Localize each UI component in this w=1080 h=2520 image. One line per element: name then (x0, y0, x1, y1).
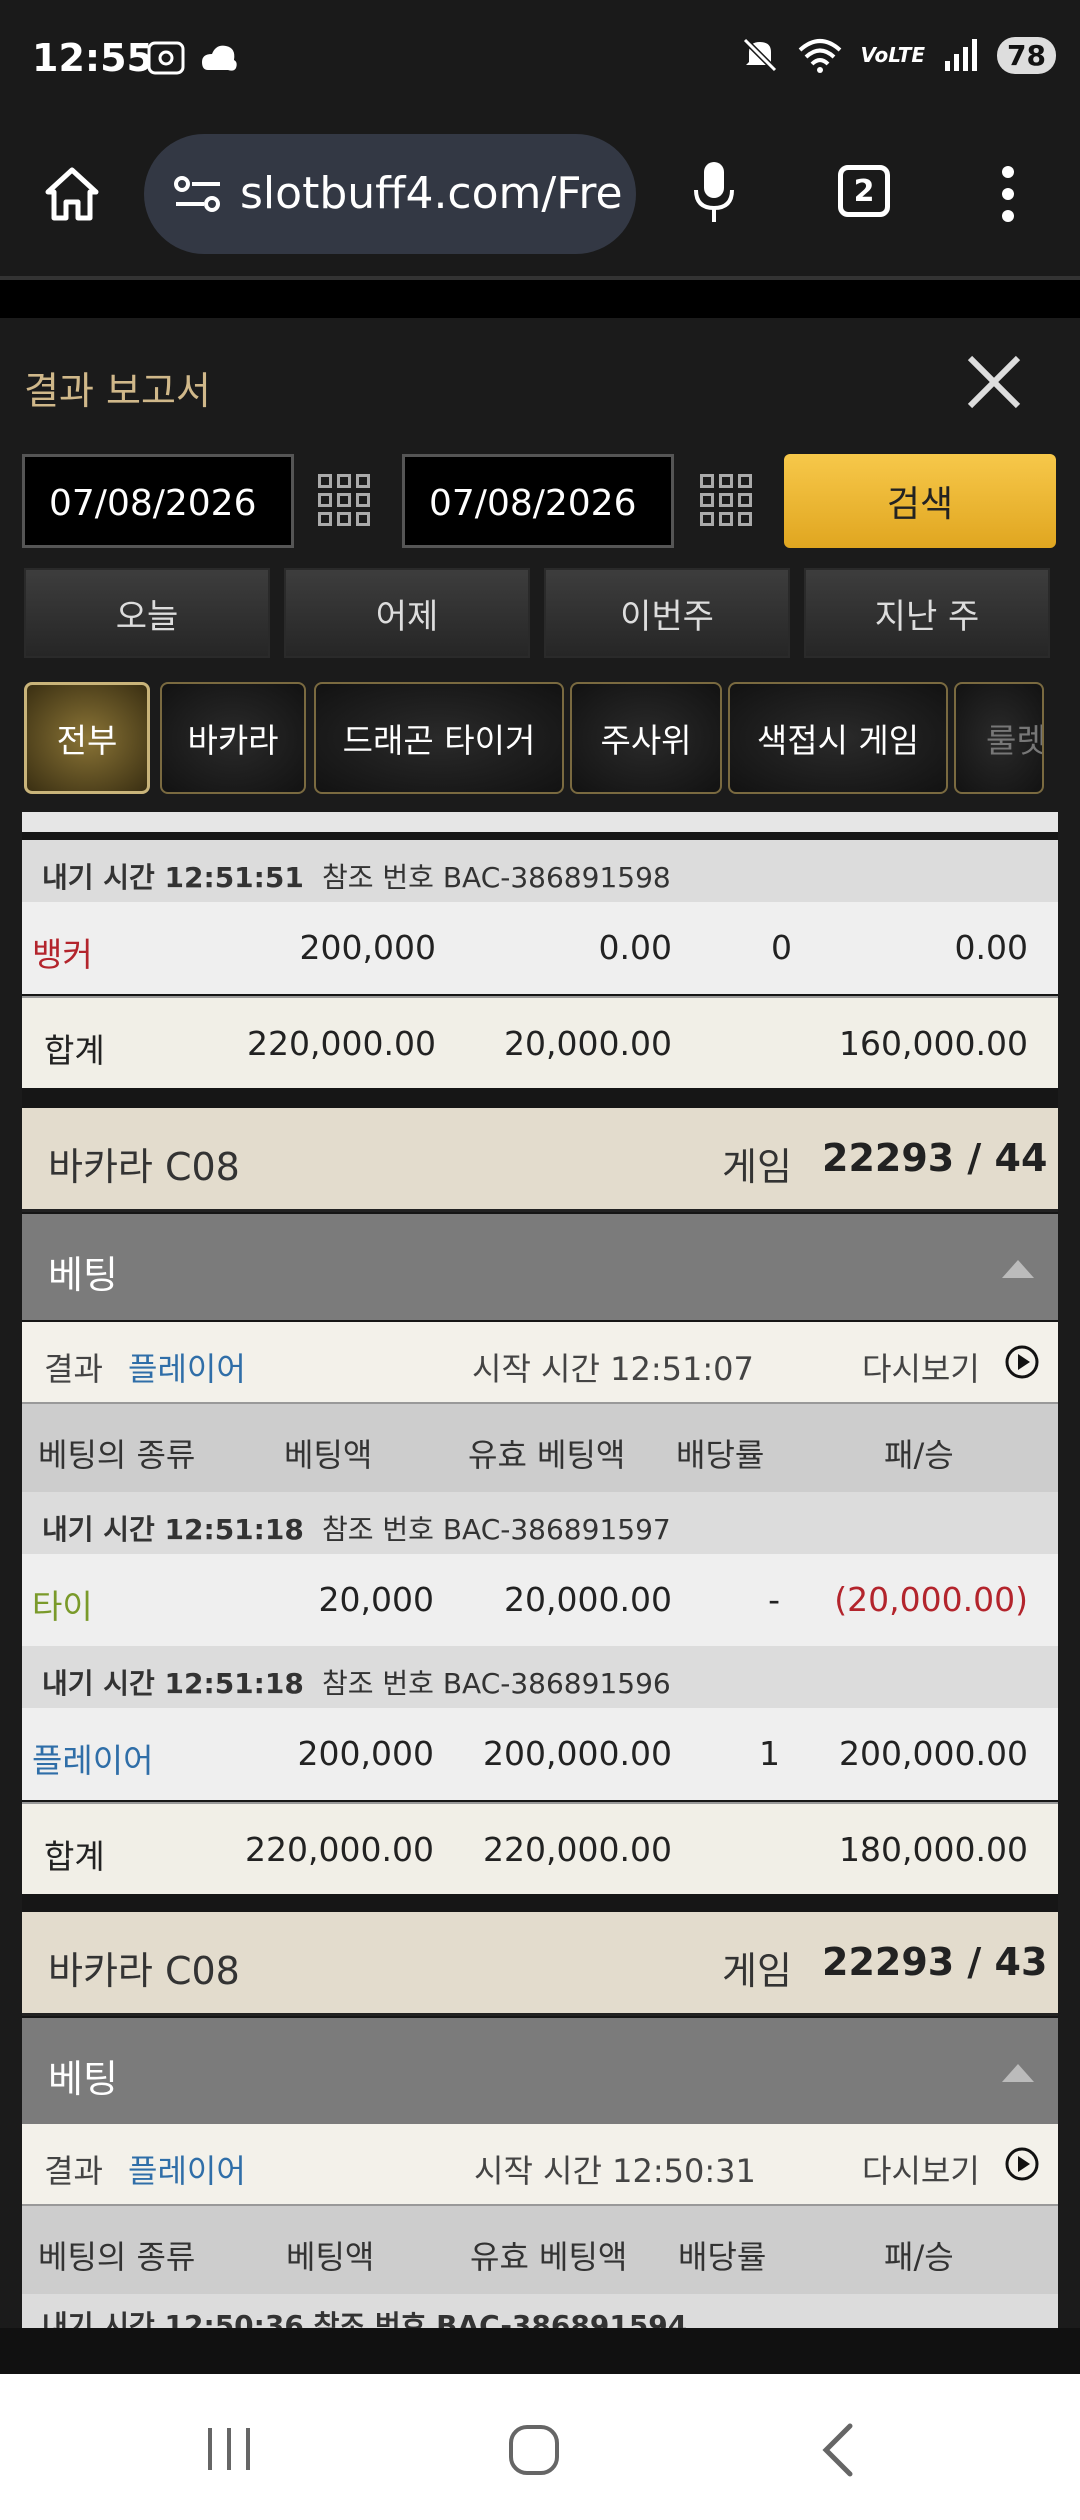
home-nav-icon[interactable] (508, 2424, 560, 2476)
bet-ref-row: 내기 시간 12:50:36 참조 번호 BAC-386891594 (22, 2294, 1058, 2328)
status-time: 12:55 (32, 36, 153, 80)
bet-ref-row: 내기 시간 12:51:18 참조 번호 BAC-386891597 (22, 1492, 1058, 1554)
game-header: 바카라 C08 게임 22293 / 44 (22, 1108, 1058, 1212)
system-nav-bar (0, 2374, 1080, 2520)
play-icon[interactable] (1004, 1344, 1040, 1380)
today-button[interactable]: 오늘 (24, 568, 270, 658)
browser-toolbar: slotbuff4.com/Fre 2 (0, 120, 1080, 276)
volte-label: VoLTE (860, 43, 926, 67)
tab-all[interactable]: 전부 (24, 682, 150, 794)
result-row: 결과 플레이어 시작 시간 12:51:07 다시보기 (22, 1322, 1058, 1402)
bet-ref-row: 내기 시간 12:51:18 참조 번호 BAC-386891596 (22, 1646, 1058, 1708)
site-settings-icon[interactable] (172, 174, 224, 214)
collapse-up-icon[interactable] (1002, 2064, 1034, 2082)
yesterday-button[interactable]: 어제 (284, 568, 530, 658)
page-separator (0, 276, 1080, 318)
column-header-row: 베팅의 종류 베팅액 유효 베팅액 배당률 패/승 (22, 2204, 1058, 2294)
total-row: 합계 220,000.00 220,000.00 180,000.00 (22, 1802, 1058, 1894)
address-bar[interactable]: slotbuff4.com/Fre (144, 134, 636, 254)
table-row: 뱅커 200,000 0.00 0 0.00 (22, 902, 1058, 994)
bottom-strip (0, 2328, 1080, 2374)
betting-section-header[interactable]: 베팅 (22, 1214, 1058, 1320)
table-row: 플레이어 200,000 200,000.00 1 200,000.00 (22, 1708, 1058, 1800)
battery-indicator: 78 (997, 36, 1056, 74)
column-header-row: 베팅의 종류 베팅액 유효 베팅액 배당률 패/승 (22, 1402, 1058, 1492)
replay-link[interactable]: 다시보기 (862, 1344, 980, 1390)
menu-icon[interactable] (996, 164, 1020, 224)
betting-section-header[interactable]: 베팅 (22, 2018, 1058, 2124)
mute-icon (742, 37, 777, 73)
result-report-modal: 결과 보고서 07/08/2026 07/08/2026 검색 오늘 어제 이번… (0, 318, 1080, 2328)
bet-ref-row: 내기 시간 12:51:51 참조 번호 BAC-386891598 (22, 840, 1058, 902)
game-header: 바카라 C08 게임 22293 / 43 (22, 1912, 1058, 2016)
status-bar: 12:55 VoLTE 78 (0, 0, 1080, 120)
status-left-icons (146, 40, 240, 76)
status-right-icons: VoLTE 78 (741, 36, 1056, 74)
date-to-input[interactable]: 07/08/2026 (402, 454, 674, 548)
tab-roulette[interactable]: 룰렛 (954, 682, 1044, 794)
recent-apps-icon[interactable] (204, 2426, 254, 2472)
list-top-edge (22, 812, 1058, 832)
tab-dragon-tiger[interactable]: 드래곤 타이거 (314, 682, 564, 794)
last-week-button[interactable]: 지난 주 (804, 568, 1050, 658)
table-row: 타이 20,000 20,000.00 - (20,000.00) (22, 1554, 1058, 1646)
home-icon[interactable] (42, 164, 102, 224)
collapse-up-icon[interactable] (1002, 1260, 1034, 1278)
url-text: slotbuff4.com/Fre (240, 168, 623, 219)
close-icon[interactable] (962, 350, 1026, 414)
screenshot-icon (147, 41, 185, 75)
result-row: 결과 플레이어 시작 시간 12:50:31 다시보기 (22, 2124, 1058, 2204)
total-row: 합계 220,000.00 20,000.00 160,000.00 (22, 996, 1058, 1088)
calendar-icon[interactable] (316, 472, 372, 528)
back-icon[interactable] (820, 2422, 854, 2478)
tab-switcher-button[interactable]: 2 (838, 165, 890, 217)
mic-icon[interactable] (690, 160, 738, 226)
calendar-icon[interactable] (698, 472, 754, 528)
replay-link[interactable]: 다시보기 (862, 2146, 980, 2192)
tab-baccarat[interactable]: 바카라 (160, 682, 306, 794)
play-icon[interactable] (1004, 2146, 1040, 2182)
this-week-button[interactable]: 이번주 (544, 568, 790, 658)
results-list: 내기 시간 12:51:51 참조 번호 BAC-386891598 뱅커 20… (22, 812, 1058, 2328)
date-from-input[interactable]: 07/08/2026 (22, 454, 294, 548)
tab-color-dish[interactable]: 색접시 게임 (728, 682, 948, 794)
signal-icon (945, 39, 978, 71)
tab-dice[interactable]: 주사위 (570, 682, 722, 794)
wifi-icon (798, 39, 841, 73)
modal-title: 결과 보고서 (24, 369, 211, 413)
search-button[interactable]: 검색 (784, 454, 1056, 548)
cloud-icon (202, 45, 237, 71)
